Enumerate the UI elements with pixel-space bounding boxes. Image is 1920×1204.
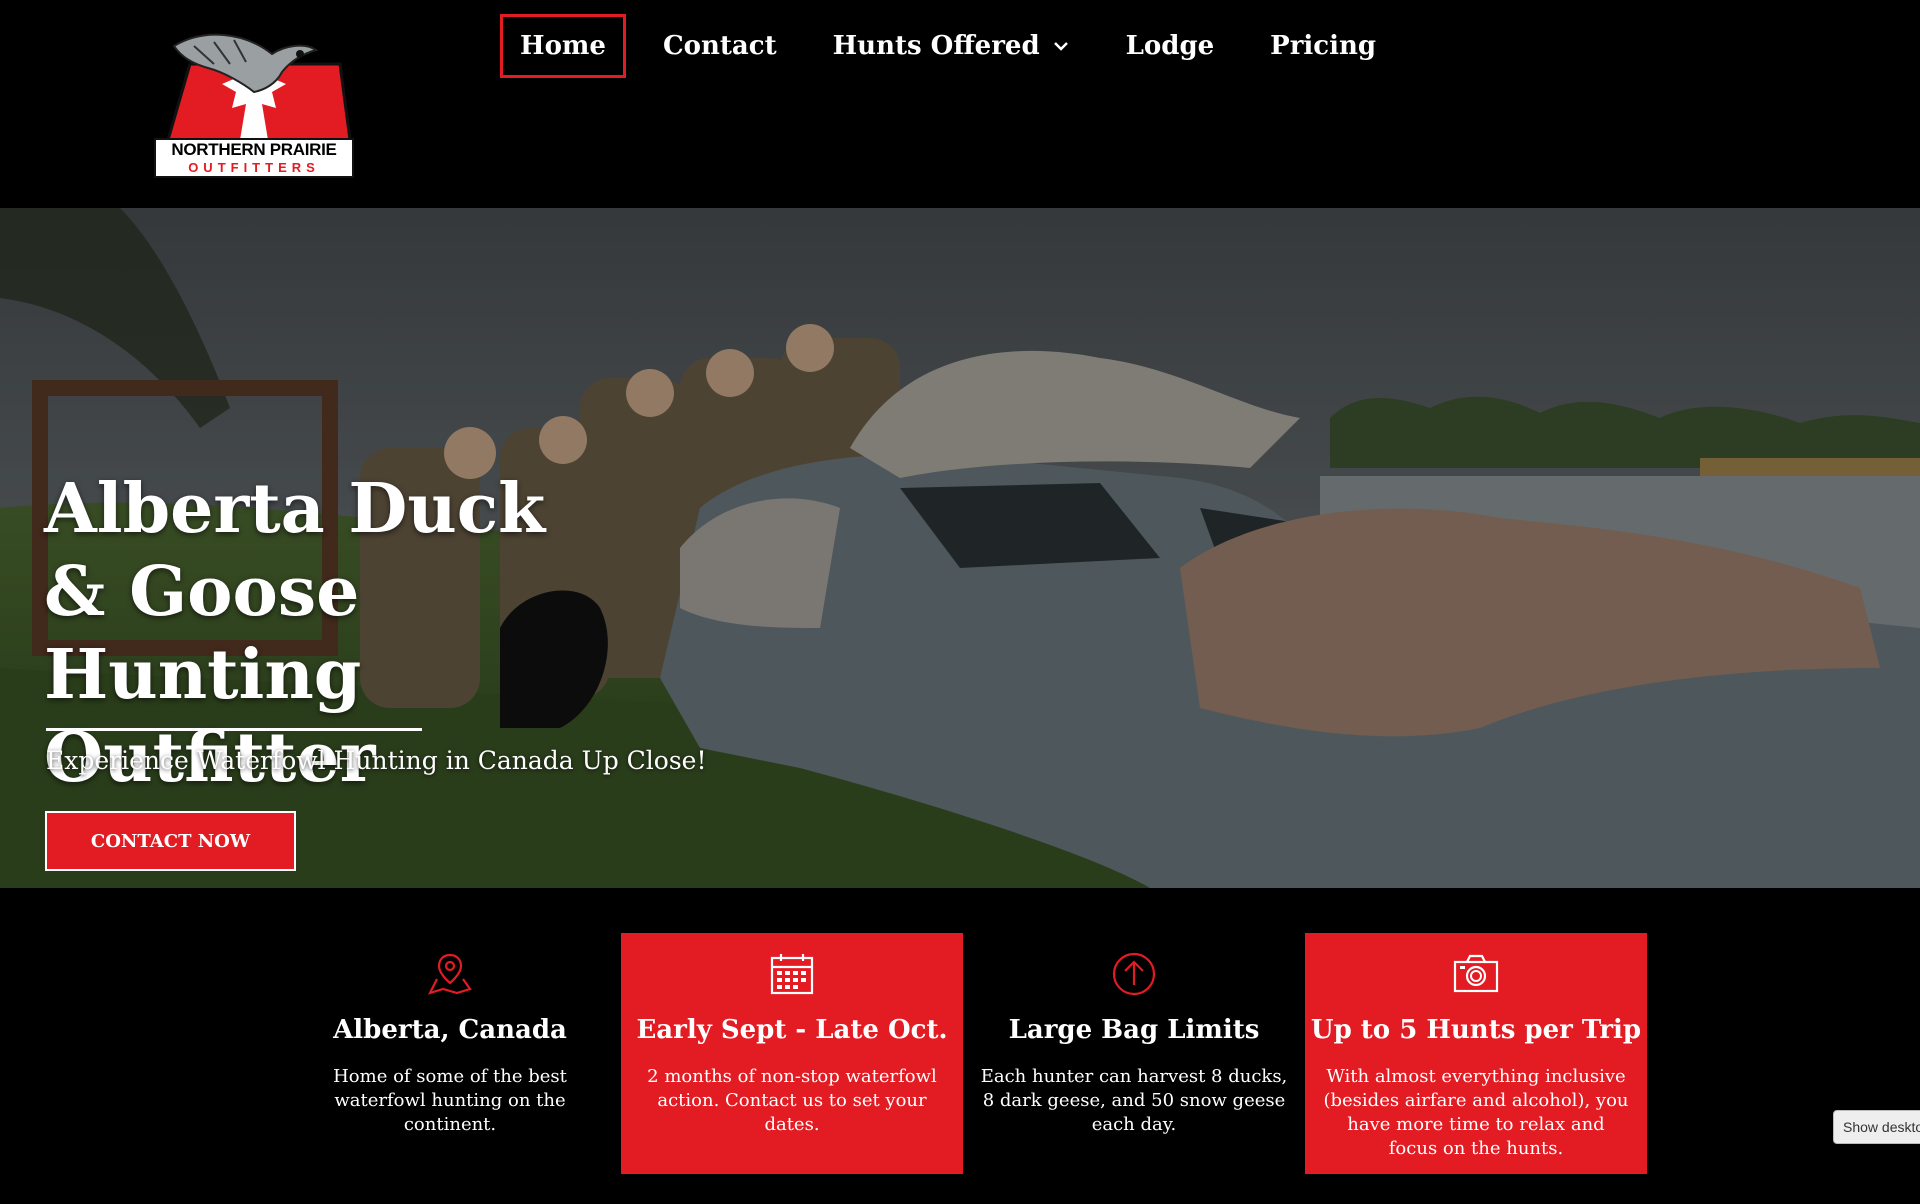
hero-divider xyxy=(46,728,422,731)
hero-section: Alberta Duck & Goose Hunting Outfitter E… xyxy=(0,208,1920,888)
feature-description: With almost everything inclusive (beside… xyxy=(1323,1066,1629,1159)
feature-description: 2 months of non-stop waterfowl action. C… xyxy=(647,1066,937,1135)
feature-title: Up to 5 Hunts per Trip xyxy=(1310,1015,1642,1045)
feature-card-season: Early Sept - Late Oct. 2 months of non-s… xyxy=(621,933,963,1174)
nav-hunts-offered[interactable]: Hunts Offered xyxy=(814,14,1089,78)
site-header: NORTHERN PRAIRIE OUTFITTERS Home Contact… xyxy=(0,0,1920,208)
feature-title: Alberta, Canada xyxy=(333,1015,567,1045)
calendar-icon xyxy=(770,954,814,995)
hero-subtitle: Experience Waterfowl Hunting in Canada U… xyxy=(46,746,707,775)
camera-icon xyxy=(1453,954,1499,993)
feature-card-bag-limits: Large Bag Limits Each hunter can harvest… xyxy=(963,933,1305,1174)
logo-line-1: NORTHERN PRAIRIE xyxy=(171,140,337,159)
logo-emblem xyxy=(166,33,352,142)
show-desktop-button[interactable]: Show desktop xyxy=(1833,1110,1920,1144)
main-nav: Home Contact Hunts Offered Lodge Pricing xyxy=(500,13,1413,79)
features-section: Alberta, Canada Home of some of the best… xyxy=(0,888,1920,1204)
nav-hunts-offered-label: Hunts Offered xyxy=(832,31,1040,61)
contact-now-button[interactable]: CONTACT NOW xyxy=(45,811,296,871)
site-logo[interactable]: NORTHERN PRAIRIE OUTFITTERS xyxy=(154,24,354,178)
chevron-down-icon xyxy=(1053,42,1068,51)
nav-pricing-label: Pricing xyxy=(1270,31,1377,61)
nav-lodge[interactable]: Lodge xyxy=(1107,14,1234,78)
nav-pricing[interactable]: Pricing xyxy=(1251,14,1395,78)
feature-title: Large Bag Limits xyxy=(1008,1015,1260,1045)
feature-description: Home of some of the best waterfowl hunti… xyxy=(333,1066,567,1135)
arrow-up-circle-icon xyxy=(1112,952,1156,996)
nav-home[interactable]: Home xyxy=(500,14,626,78)
map-pin-icon xyxy=(427,953,472,995)
logo-line-2: OUTFITTERS xyxy=(188,160,320,175)
logo-wordmark: NORTHERN PRAIRIE OUTFITTERS xyxy=(154,138,354,178)
feature-description: Each hunter can harvest 8 ducks, 8 dark … xyxy=(980,1066,1288,1135)
nav-lodge-label: Lodge xyxy=(1125,31,1215,61)
feature-title: Early Sept - Late Oct. xyxy=(636,1015,948,1045)
nav-contact[interactable]: Contact xyxy=(644,14,796,78)
nav-contact-label: Contact xyxy=(662,31,777,61)
feature-card-hunts: Up to 5 Hunts per Trip With almost every… xyxy=(1305,933,1647,1174)
nav-home-label: Home xyxy=(520,31,606,61)
feature-card-location: Alberta, Canada Home of some of the best… xyxy=(279,933,621,1174)
